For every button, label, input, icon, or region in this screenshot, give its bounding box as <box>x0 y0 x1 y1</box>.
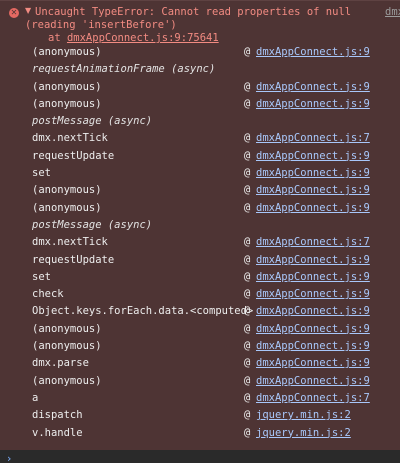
stack-frame-function: (anonymous) <box>32 97 102 110</box>
async-label: postMessage (async) <box>32 115 153 128</box>
stack-frame-at-symbol: @ <box>244 409 251 422</box>
stack-frame-at-symbol: @ <box>244 374 251 387</box>
stack-frame-at-symbol: @ <box>244 132 251 145</box>
stack-frame-source-link[interactable]: dmxAppConnect.js:9 <box>256 254 370 267</box>
stack-frame-function: requestUpdate <box>32 149 115 162</box>
stack-frame-at-symbol: @ <box>244 340 251 353</box>
stack-frame-row: (anonymous) @ dmxAppConnect.js:9 <box>0 338 400 355</box>
stack-frame-source-link[interactable]: jquery.min.js:2 <box>256 409 351 422</box>
stack-frame-row: check @ dmxAppConnect.js:9 <box>0 286 400 303</box>
stack-frame-source-link[interactable]: dmxAppConnect.js:9 <box>256 271 370 284</box>
stack-frame-function: (anonymous) <box>32 80 102 93</box>
stack-frame-source-link[interactable]: dmxAppConnect.js:9 <box>256 184 370 197</box>
console-prompt-chevron-right-icon[interactable]: › <box>7 452 11 463</box>
error-detail: (reading 'insertBefore') <box>25 19 177 31</box>
stack-frame-source-link[interactable]: dmxAppConnect.js:9 <box>256 357 370 370</box>
stack-frame-row: dmx.parse @ dmxAppConnect.js:9 <box>0 355 400 372</box>
stack-frame-row: dmx.nextTick @ dmxAppConnect.js:7 <box>0 130 400 147</box>
stack-frame-row: (anonymous) @ dmxAppConnect.js:9 <box>0 373 400 390</box>
stack-frame-source-link[interactable]: dmxAppConnect.js:9 <box>256 167 370 180</box>
stack-frame-at-symbol: @ <box>244 97 251 110</box>
devtools-console: ✕ ▼ Uncaught TypeError: Cannot read prop… <box>0 0 400 463</box>
stack-frame-source-link[interactable]: dmxAppConnect.js:9 <box>256 288 370 301</box>
stack-frame-function: (anonymous) <box>32 322 102 335</box>
stack-frame-source-link[interactable]: dmxAppConnect.js:7 <box>256 392 370 405</box>
stack-frame-at-symbol: @ <box>244 184 251 197</box>
stack-frame-at-symbol: @ <box>244 201 251 214</box>
stack-frame-at-symbol: @ <box>244 46 251 58</box>
error-x-circle-icon: ✕ <box>9 8 19 18</box>
stack-frame-row: (anonymous) @ dmxAppConnect.js:9 <box>0 182 400 199</box>
stack-trace: (anonymous) @ dmxAppConnect.js:9 requestAni… <box>0 44 400 442</box>
stack-frame-source-link[interactable]: dmxAppConnect.js:7 <box>256 236 370 249</box>
async-separator-row: postMessage (async) <box>0 113 400 130</box>
error-message: ✕ ▼ Uncaught TypeError: Cannot read prop… <box>0 0 400 450</box>
stack-frame-at-symbol: @ <box>244 288 251 301</box>
stack-frame-at-symbol: @ <box>244 149 251 162</box>
stack-frame-at-symbol: @ <box>244 253 251 266</box>
expand-triangle-icon[interactable]: ▼ <box>25 6 31 15</box>
stack-frame-function: dispatch <box>32 409 83 422</box>
error-location-prefix: at <box>48 32 67 44</box>
stack-frame-source-link[interactable]: dmxAppConnect.js:9 <box>256 81 370 94</box>
stack-frame-at-symbol: @ <box>244 80 251 93</box>
stack-frame-row: (anonymous) @ dmxAppConnect.js:9 <box>0 96 400 113</box>
stack-frame-function: (anonymous) <box>32 201 102 214</box>
stack-frame-source-link[interactable]: dmxAppConnect.js:9 <box>256 305 370 318</box>
error-title: Uncaught TypeError: Cannot read properti… <box>35 6 352 18</box>
stack-frame-source-link[interactable]: dmxAppConnect.js:9 <box>256 202 370 215</box>
stack-frame-source-link[interactable]: dmxAppConnect.js:9 <box>256 150 370 163</box>
stack-frame-function: check <box>32 288 64 301</box>
stack-frame-row: dispatch @ jquery.min.js:2 <box>0 407 400 424</box>
stack-frame-at-symbol: @ <box>244 391 251 404</box>
stack-frame-row: requestUpdate @ dmxAppConnect.js:9 <box>0 148 400 165</box>
stack-frame-at-symbol: @ <box>244 426 251 439</box>
stack-frame-row: (anonymous) @ dmxAppConnect.js:9 <box>0 79 400 96</box>
stack-frame-source-link[interactable]: dmxAppConnect.js:9 <box>256 323 370 336</box>
stack-frame-row: (anonymous) @ dmxAppConnect.js:9 <box>0 44 400 61</box>
error-location-link[interactable]: dmxAppConnect.js:9:75641 <box>67 32 219 44</box>
stack-frame-row: (anonymous) @ dmxAppConnect.js:9 <box>0 321 400 338</box>
stack-frame-row: v.handle @ jquery.min.js:2 <box>0 425 400 442</box>
async-label: requestAnimationFrame (async) <box>32 63 216 76</box>
stack-frame-row: a @ dmxAppConnect.js:7 <box>0 390 400 407</box>
stack-frame-row: set @ dmxAppConnect.js:9 <box>0 165 400 182</box>
stack-frame-source-link[interactable]: dmxAppConnect.js:9 <box>256 98 370 111</box>
stack-frame-row: Object.keys.forEach.data.<computed> @ dmxA… <box>0 303 400 320</box>
stack-frame-at-symbol: @ <box>244 236 251 249</box>
stack-frame-source-link[interactable]: dmxAppConnect.js:7 <box>256 132 370 145</box>
stack-frame-at-symbol: @ <box>244 305 251 318</box>
stack-frame-source-link[interactable]: dmxAppConnect.js:9 <box>256 340 370 353</box>
stack-frame-function: Object.keys.forEach.data.<computed> <box>32 305 254 318</box>
stack-frame-function: set <box>32 270 51 283</box>
stack-frame-source-link[interactable]: dmxAppConnect.js:9 <box>256 375 370 388</box>
async-label: postMessage (async) <box>32 218 153 231</box>
stack-frame-row: (anonymous) @ dmxAppConnect.js:9 <box>0 200 400 217</box>
stack-frame-row: set @ dmxAppConnect.js:9 <box>0 269 400 286</box>
stack-frame-function: dmx.nextTick <box>32 236 108 249</box>
stack-frame-source-link[interactable]: jquery.min.js:2 <box>256 427 351 440</box>
stack-frame-row: requestUpdate @ dmxAppConnect.js:9 <box>0 252 400 269</box>
stack-frame-function: v.handle <box>32 426 83 439</box>
async-separator-row: postMessage (async) <box>0 217 400 234</box>
stack-frame-function: (anonymous) <box>32 374 102 387</box>
stack-frame-row: dmx.nextTick @ dmxAppConnect.js:7 <box>0 234 400 251</box>
stack-frame-at-symbol: @ <box>244 357 251 370</box>
stack-frame-at-symbol: @ <box>244 322 251 335</box>
stack-frame-function: (anonymous) <box>32 46 102 58</box>
stack-frame-at-symbol: @ <box>244 167 251 180</box>
stack-frame-at-symbol: @ <box>244 270 251 283</box>
stack-frame-function: dmx.parse <box>32 357 89 370</box>
stack-frame-source-link[interactable]: dmxAppConnect.js:9 <box>256 46 370 59</box>
stack-frame-function: dmx.nextTick <box>32 132 108 145</box>
stack-frame-function: set <box>32 167 51 180</box>
error-source-link[interactable]: dmx <box>385 6 400 18</box>
async-separator-row: requestAnimationFrame (async) <box>0 61 400 78</box>
stack-frame-function: (anonymous) <box>32 340 102 353</box>
stack-frame-function: a <box>32 391 39 404</box>
stack-frame-function: (anonymous) <box>32 184 102 197</box>
stack-frame-function: requestUpdate <box>32 253 115 266</box>
